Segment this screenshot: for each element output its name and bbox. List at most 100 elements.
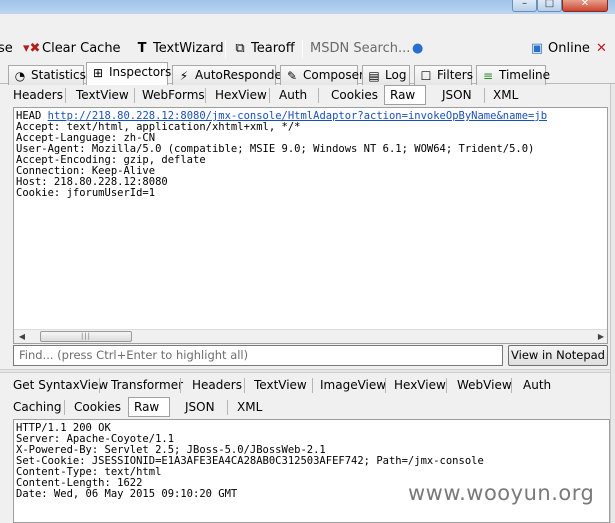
scroll-left-arrow-icon[interactable]: ◀ [15, 331, 29, 343]
watermark: www.wooyun.org [408, 481, 595, 505]
tab-divider [180, 378, 181, 393]
toolbar-clipped-label: se [0, 41, 13, 56]
tab-divider [134, 88, 135, 103]
main-toolbar: se ▾✖ Clear Cache T TextWizard ⧉ Tearoff MS… [0, 36, 615, 62]
log-icon: ▤ [368, 69, 380, 83]
close-toolbar-icon[interactable]: ✕ [596, 40, 607, 58]
tab-divider [385, 378, 386, 393]
filters-icon: ☐ [420, 69, 432, 83]
request-horizontal-scrollbar[interactable]: ◀ ||| ▶ [14, 329, 607, 343]
resp-tab-cookies[interactable]: Cookies [69, 398, 126, 416]
resp-tab-hexview[interactable]: HexView [389, 376, 451, 394]
request-raw-content: HEAD http://218.80.228.12:8080/jmx-conso… [16, 111, 547, 199]
text-wizard-label: TextWizard [153, 41, 224, 56]
tab-composer[interactable]: ✎ Composer [280, 65, 364, 85]
req-tab-cookies[interactable]: Cookies [326, 86, 383, 104]
inspectors-icon: ⊞ [92, 66, 104, 80]
find-input[interactable]: Find... (press Ctrl+Enter to highlight a… [13, 345, 503, 366]
help-icon[interactable]: ● [412, 40, 423, 58]
tab-statistics[interactable]: ◔ Statistics [8, 65, 86, 85]
response-raw-textarea[interactable]: HTTP/1.1 200 OK Server: Apache-Coyote/1.… [13, 419, 610, 523]
response-inspector-tabs-row1: Get SyntaxView Transformer Headers TextV… [8, 374, 610, 396]
resp-tab-imageview[interactable]: ImageView [315, 376, 391, 394]
text-wizard-icon: T [137, 41, 147, 56]
request-raw-textarea[interactable]: HEAD http://218.80.228.12:8080/jmx-conso… [13, 107, 608, 344]
resp-tab-webview[interactable]: WebView [452, 376, 517, 394]
minimize-icon: – [522, 0, 527, 9]
tab-log[interactable]: ▤ Log [362, 65, 410, 85]
tab-inspectors[interactable]: ⊞ Inspectors [86, 62, 172, 85]
request-response-splitter[interactable] [0, 369, 615, 373]
online-icon: ▣ [530, 41, 544, 56]
view-in-notepad-button[interactable]: View in Notepad [508, 345, 608, 366]
resp-tab-xml[interactable]: XML [232, 398, 267, 416]
tab-divider [484, 88, 485, 103]
maximize-button[interactable]: □ [537, 0, 562, 12]
fiddler-window: – □ ✕ se ▾✖ Clear Cache T TextWizard ⧉ Tear… [0, 0, 615, 523]
close-icon: ✕ [580, 0, 590, 9]
req-tab-xml[interactable]: XML [488, 86, 523, 104]
resp-tab-textview[interactable]: TextView [249, 376, 312, 394]
close-window-button[interactable]: ✕ [562, 0, 608, 12]
resp-tab-get-syntaxview[interactable]: Get SyntaxView [8, 376, 113, 394]
minimize-button[interactable]: – [512, 0, 537, 12]
tab-divider [318, 88, 319, 103]
main-tabs-bar: ◔ Statistics ⊞ Inspectors ⚡ AutoResponder ✎… [0, 62, 615, 85]
title-bar: – □ ✕ [0, 0, 615, 14]
msdn-search-label: MSDN Search... [310, 41, 411, 56]
req-tab-headers[interactable]: Headers [8, 86, 68, 104]
resp-tab-auth[interactable]: Auth [518, 376, 556, 394]
tab-filters-label: Filters [437, 68, 473, 82]
req-tab-json[interactable]: JSON [437, 86, 477, 104]
timeline-icon: ≡ [482, 69, 494, 83]
response-inspector-tabs-row2: Caching Cookies Raw JSON XML [8, 396, 610, 418]
request-header-line: Cookie: jforumUserId=1 [16, 187, 156, 199]
resp-tab-raw[interactable]: Raw [128, 397, 170, 417]
autoresponder-icon: ⚡ [179, 69, 189, 83]
resp-tab-headers[interactable]: Headers [187, 376, 247, 394]
online-label: Online [548, 41, 590, 56]
msdn-search-input[interactable]: MSDN Search... [310, 40, 410, 58]
online-button[interactable]: ▣ Online [529, 40, 590, 58]
dropdown-and-clear-cache-icon: ▾✖ [23, 41, 41, 56]
toolbar-separator [302, 40, 303, 58]
scroll-right-arrow-icon[interactable]: ▶ [594, 331, 607, 343]
find-placeholder: Find... (press Ctrl+Enter to highlight a… [19, 348, 249, 362]
tab-divider [511, 378, 512, 393]
tab-timeline[interactable]: ≡ Timeline [476, 65, 550, 85]
tab-log-label: Log [385, 68, 407, 82]
composer-icon: ✎ [286, 69, 298, 83]
tab-inspectors-label: Inspectors [109, 65, 172, 79]
tab-divider [64, 400, 65, 415]
toolbar-separator [225, 40, 226, 58]
resp-tab-json[interactable]: JSON [180, 398, 220, 416]
tab-composer-label: Composer [303, 68, 364, 82]
resp-tab-caching[interactable]: Caching [8, 398, 67, 416]
req-tab-hexview[interactable]: HexView [210, 86, 272, 104]
resp-tab-transformer[interactable]: Transformer [106, 376, 188, 394]
tab-filters[interactable]: ☐ Filters [414, 65, 473, 85]
req-tab-raw[interactable]: Raw [384, 85, 426, 105]
maximize-icon: □ [544, 0, 555, 9]
tab-divider [244, 378, 245, 393]
toolbar-clipped-item[interactable]: se [0, 40, 13, 58]
tearoff-icon: ⧉ [235, 41, 245, 56]
req-tab-webforms[interactable]: WebForms [137, 86, 210, 104]
tab-divider [205, 88, 206, 103]
tab-timeline-label: Timeline [499, 68, 551, 82]
tab-divider [99, 378, 100, 393]
tab-divider [65, 88, 66, 103]
text-wizard-button[interactable]: T TextWizard [134, 40, 224, 58]
tab-autoresponder[interactable]: ⚡ AutoResponder [172, 65, 287, 85]
tab-divider [312, 378, 313, 393]
tab-divider [227, 400, 228, 415]
tab-divider [446, 378, 447, 393]
tearoff-button[interactable]: ⧉ Tearoff [232, 40, 294, 58]
clear-cache-label: Clear Cache [42, 41, 121, 56]
right-edge-scrollbar[interactable] [610, 84, 615, 523]
req-tab-textview[interactable]: TextView [71, 86, 134, 104]
req-tab-auth[interactable]: Auth [274, 86, 312, 104]
scrollbar-thumb[interactable]: ||| [40, 331, 132, 342]
clear-cache-button[interactable]: ▾✖ Clear Cache [23, 40, 121, 58]
tab-divider [269, 88, 270, 103]
